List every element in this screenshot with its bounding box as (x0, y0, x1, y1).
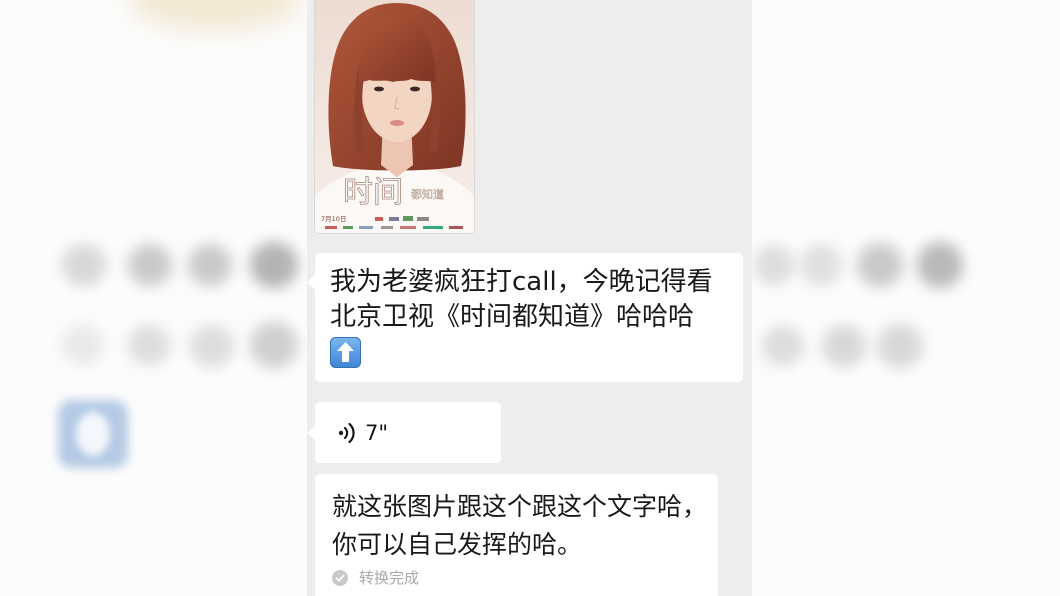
poster-date: 7月10日 (321, 215, 346, 223)
blurred-emoji (62, 325, 104, 365)
message-text-line: 我为老婆疯狂打call，今晚记得看 (330, 267, 713, 297)
blurred-emoji (62, 244, 106, 286)
blurred-emoji (800, 244, 842, 286)
transcript-status: 转换完成 (332, 564, 701, 592)
blurred-emoji (188, 244, 232, 286)
poster-image-message[interactable]: 时间 都知道 7月10日 (315, 0, 474, 233)
blurred-background-right (752, 0, 1060, 596)
blurred-emoji (917, 242, 963, 288)
voice-wave-icon (338, 422, 355, 443)
blurred-emoji (754, 245, 794, 285)
voice-duration: 7" (365, 420, 389, 445)
blurred-emoji (190, 325, 234, 367)
blurred-emoji (822, 325, 866, 367)
transcript-status-text: 转换完成 (359, 569, 420, 587)
poster-title-sub: 都知道 (411, 187, 444, 201)
blurred-emoji (128, 325, 170, 365)
voice-transcript-bubble[interactable]: 就这张图片跟这个跟这个文字哈， 你可以自己发挥的哈。 转换完成 (315, 474, 718, 596)
bubble-tail (307, 275, 315, 289)
blurred-emoji (250, 242, 298, 288)
blurred-background-left (0, 0, 307, 596)
blurred-glow (130, 0, 300, 30)
chat-panel: 时间 都知道 7月10日 我为老婆疯狂打call，今晚记得看 北京卫视《时间都知… (307, 0, 752, 596)
poster-image: 时间 都知道 7月10日 (315, 0, 474, 233)
blurred-emoji (857, 243, 903, 287)
poster-title: 时间 (343, 175, 403, 210)
transcript-text-line: 你可以自己发挥的哈。 (332, 530, 583, 559)
text-message-bubble[interactable]: 我为老婆疯狂打call，今晚记得看 北京卫视《时间都知道》哈哈哈 (307, 253, 743, 382)
bubble-tail (307, 426, 315, 440)
blurred-emoji (762, 326, 804, 366)
blurred-avatar-inner (76, 412, 110, 456)
blurred-emoji (877, 324, 923, 368)
transcript-text-line: 就这张图片跟这个跟这个文字哈， (332, 492, 708, 521)
check-circle-icon (332, 570, 348, 586)
voice-message-bubble[interactable]: 7" (307, 402, 501, 463)
blurred-emoji (128, 244, 172, 286)
message-text-line: 北京卫视《时间都知道》哈哈哈 (330, 302, 695, 332)
blurred-emoji (250, 322, 298, 368)
up-arrow-emoji-icon (330, 337, 728, 372)
